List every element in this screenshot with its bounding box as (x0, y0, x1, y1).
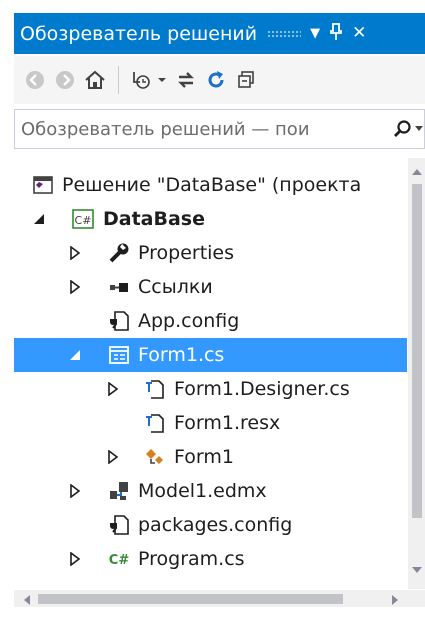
tree-item-label: Program.cs (138, 548, 245, 570)
tree-item-solution[interactable]: Решение "DataBase" (проекта (14, 168, 407, 202)
tree-item-properties[interactable]: Properties (14, 236, 407, 270)
forward-icon[interactable] (52, 65, 78, 95)
csharp-project-icon: C# (72, 208, 94, 230)
expand-arrow-icon[interactable] (68, 484, 82, 498)
scroll-down-arrow-icon[interactable] (410, 562, 424, 576)
expand-arrow-icon[interactable] (68, 552, 82, 566)
references-icon (108, 276, 130, 298)
collapse-arrow-icon[interactable] (32, 212, 46, 226)
config-file-icon (108, 310, 130, 332)
collapse-arrow-icon[interactable] (68, 348, 82, 362)
panel-title: Обозреватель решений (20, 22, 258, 45)
expand-arrow-icon[interactable] (68, 280, 82, 294)
tree-item-label: Properties (138, 242, 235, 264)
window-position-dropdown-button[interactable]: ▼ (310, 27, 320, 40)
expand-arrow-icon[interactable] (106, 450, 120, 464)
pin-button[interactable] (329, 22, 343, 45)
horizontal-scrollbar[interactable] (14, 590, 408, 607)
search-input[interactable]: Обозреватель решений — пои (21, 119, 392, 140)
tree-item-label: Решение "DataBase" (проекта (62, 174, 362, 196)
form-icon (108, 344, 130, 366)
tree-item-form1-class[interactable]: Form1 (14, 440, 407, 474)
search-options-dropdown-icon[interactable] (414, 126, 424, 132)
tree-item-model1-edmx[interactable]: Model1.edmx (14, 474, 407, 508)
pending-changes-icon[interactable] (129, 65, 169, 95)
solution-icon (32, 174, 54, 196)
tree-item-project[interactable]: C# DataBase (14, 202, 407, 236)
home-icon[interactable] (82, 65, 108, 95)
tree-item-label: packages.config (138, 514, 293, 536)
scrollbar-corner (408, 590, 425, 607)
tree-item-label: Form1.cs (138, 344, 225, 366)
resource-file-icon (144, 412, 166, 434)
sync-icon[interactable] (173, 65, 199, 95)
tree-item-packages-config[interactable]: packages.config (14, 508, 407, 542)
tree-item-label: App.config (138, 310, 240, 332)
refresh-icon[interactable] (203, 65, 229, 95)
scroll-right-arrow-icon[interactable] (388, 592, 402, 606)
vertical-scrollbar[interactable] (408, 158, 425, 589)
tree-item-form1-cs[interactable]: Form1.cs (14, 338, 407, 372)
tree-item-label: Form1.Designer.cs (174, 378, 350, 400)
tree-item-references[interactable]: Ссылки (14, 270, 407, 304)
close-button[interactable]: ✕ (352, 25, 366, 42)
designer-file-icon (144, 378, 166, 400)
toolbar-separator (118, 66, 119, 94)
horizontal-scroll-thumb[interactable] (38, 594, 343, 604)
tree-item-label: Ссылки (138, 276, 213, 298)
collapse-all-icon[interactable] (233, 65, 259, 95)
tree-item-label: Model1.edmx (138, 480, 267, 502)
scroll-left-arrow-icon[interactable] (20, 592, 34, 606)
tree-item-program-cs[interactable]: C# Program.cs (14, 542, 407, 576)
wrench-icon (108, 242, 130, 264)
config-file-icon (108, 514, 130, 536)
tree-item-form1-resx[interactable]: Form1.resx (14, 406, 407, 440)
expand-arrow-icon[interactable] (68, 246, 82, 260)
tree-item-form1-designer[interactable]: Form1.Designer.cs (14, 372, 407, 406)
svg-text:C#: C# (109, 553, 130, 568)
svg-text:C#: C# (75, 214, 92, 227)
solution-tree: Решение "DataBase" (проекта C# DataBase … (14, 158, 407, 589)
search-icon[interactable] (392, 119, 414, 139)
tree-item-label: DataBase (103, 208, 205, 230)
drag-grip[interactable] (267, 29, 302, 38)
tree-item-label: Form1 (174, 446, 234, 468)
solution-explorer-titlebar: Обозреватель решений ▼ ✕ (14, 13, 425, 54)
back-icon[interactable] (22, 65, 48, 95)
search-box[interactable]: Обозреватель решений — пои (14, 109, 425, 149)
toolbar (14, 56, 425, 104)
expand-arrow-icon[interactable] (106, 382, 120, 396)
tree-item-label: Form1.resx (174, 412, 281, 434)
entity-model-icon (108, 480, 130, 502)
vertical-scroll-thumb[interactable] (412, 184, 422, 518)
tree-item-app-config[interactable]: App.config (14, 304, 407, 338)
scroll-up-arrow-icon[interactable] (410, 164, 424, 178)
csharp-file-icon: C# (108, 548, 130, 570)
class-icon (144, 446, 166, 468)
